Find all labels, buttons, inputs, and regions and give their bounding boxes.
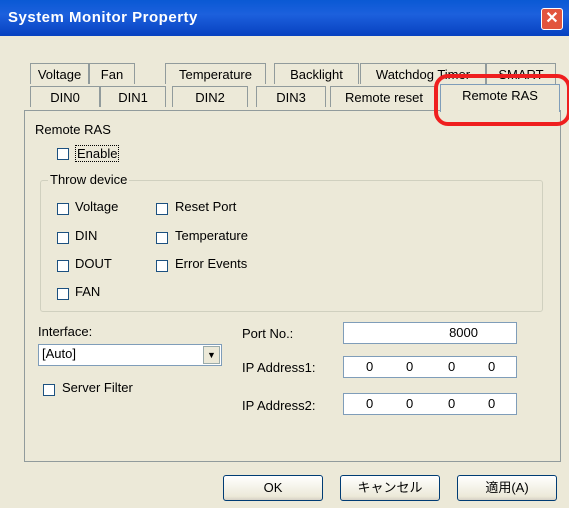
enable-label[interactable]: Enable (75, 145, 120, 162)
error-events-checkbox[interactable] (156, 260, 168, 272)
tab-remote-ras[interactable]: Remote RAS (440, 84, 560, 112)
ip1-octet-4: 0 (488, 359, 496, 374)
apply-button[interactable]: 適用(A) (457, 475, 557, 501)
tab-watchdog-timer[interactable]: Watchdog Timer (360, 63, 486, 84)
ip1-octet-1: 0 (366, 359, 374, 374)
ip1-octet-2: 0 (406, 359, 414, 374)
ip-address2-input[interactable]: 0 0 0 0 (343, 393, 517, 415)
voltage-label[interactable]: Voltage (75, 199, 118, 214)
port-value: 8000 (449, 325, 478, 340)
ip2-octet-3: 0 (448, 396, 456, 411)
tab-voltage[interactable]: Voltage (30, 63, 89, 84)
voltage-checkbox[interactable] (57, 203, 69, 215)
din-label[interactable]: DIN (75, 228, 97, 243)
tab-din3[interactable]: DIN3 (256, 86, 326, 107)
tab-din2[interactable]: DIN2 (172, 86, 248, 107)
ip2-octet-4: 0 (488, 396, 496, 411)
interface-select[interactable]: [Auto] ▼ (38, 344, 222, 366)
interface-value: [Auto] (42, 346, 76, 361)
tab-remote-reset[interactable]: Remote reset (330, 86, 438, 107)
port-input[interactable]: 8000 (343, 322, 517, 344)
chevron-down-icon[interactable]: ▼ (203, 346, 220, 364)
ip2-octet-1: 0 (366, 396, 374, 411)
ip1-octet-3: 0 (448, 359, 456, 374)
temperature-label[interactable]: Temperature (175, 228, 248, 243)
reset-port-checkbox[interactable] (156, 203, 168, 215)
tab-smart[interactable]: SMART (486, 63, 556, 84)
dout-label[interactable]: DOUT (75, 256, 112, 271)
tab-fan[interactable]: Fan (89, 63, 135, 84)
interface-label: Interface: (38, 324, 93, 339)
ip-address2-label: IP Address2: (242, 398, 316, 413)
tab-din0[interactable]: DIN0 (30, 86, 100, 107)
ip-address1-input[interactable]: 0 0 0 0 (343, 356, 517, 378)
temperature-checkbox[interactable] (156, 232, 168, 244)
reset-port-label[interactable]: Reset Port (175, 199, 236, 214)
ip2-octet-2: 0 (406, 396, 414, 411)
title-bar[interactable]: System Monitor Property ✕ (0, 0, 569, 36)
ok-button[interactable]: OK (223, 475, 323, 501)
fan-checkbox[interactable] (57, 288, 69, 300)
error-events-label[interactable]: Error Events (175, 256, 247, 271)
section-label: Remote RAS (35, 122, 111, 137)
server-filter-label[interactable]: Server Filter (62, 380, 133, 395)
tab-backlight[interactable]: Backlight (274, 63, 359, 84)
tab-din1[interactable]: DIN1 (100, 86, 166, 107)
enable-checkbox[interactable] (57, 148, 69, 160)
dout-checkbox[interactable] (57, 260, 69, 272)
server-filter-checkbox[interactable] (43, 384, 55, 396)
dialog-window: System Monitor Property ✕ Voltage Fan Te… (0, 0, 569, 508)
throw-device-legend: Throw device (48, 172, 130, 187)
din-checkbox[interactable] (57, 232, 69, 244)
close-icon[interactable]: ✕ (541, 8, 563, 30)
tab-temperature[interactable]: Temperature (165, 63, 266, 84)
ip-address1-label: IP Address1: (242, 360, 316, 375)
window-title: System Monitor Property (8, 9, 198, 26)
cancel-button[interactable]: キャンセル (340, 475, 440, 501)
port-label: Port No.: (242, 326, 294, 341)
fan-label[interactable]: FAN (75, 284, 100, 299)
